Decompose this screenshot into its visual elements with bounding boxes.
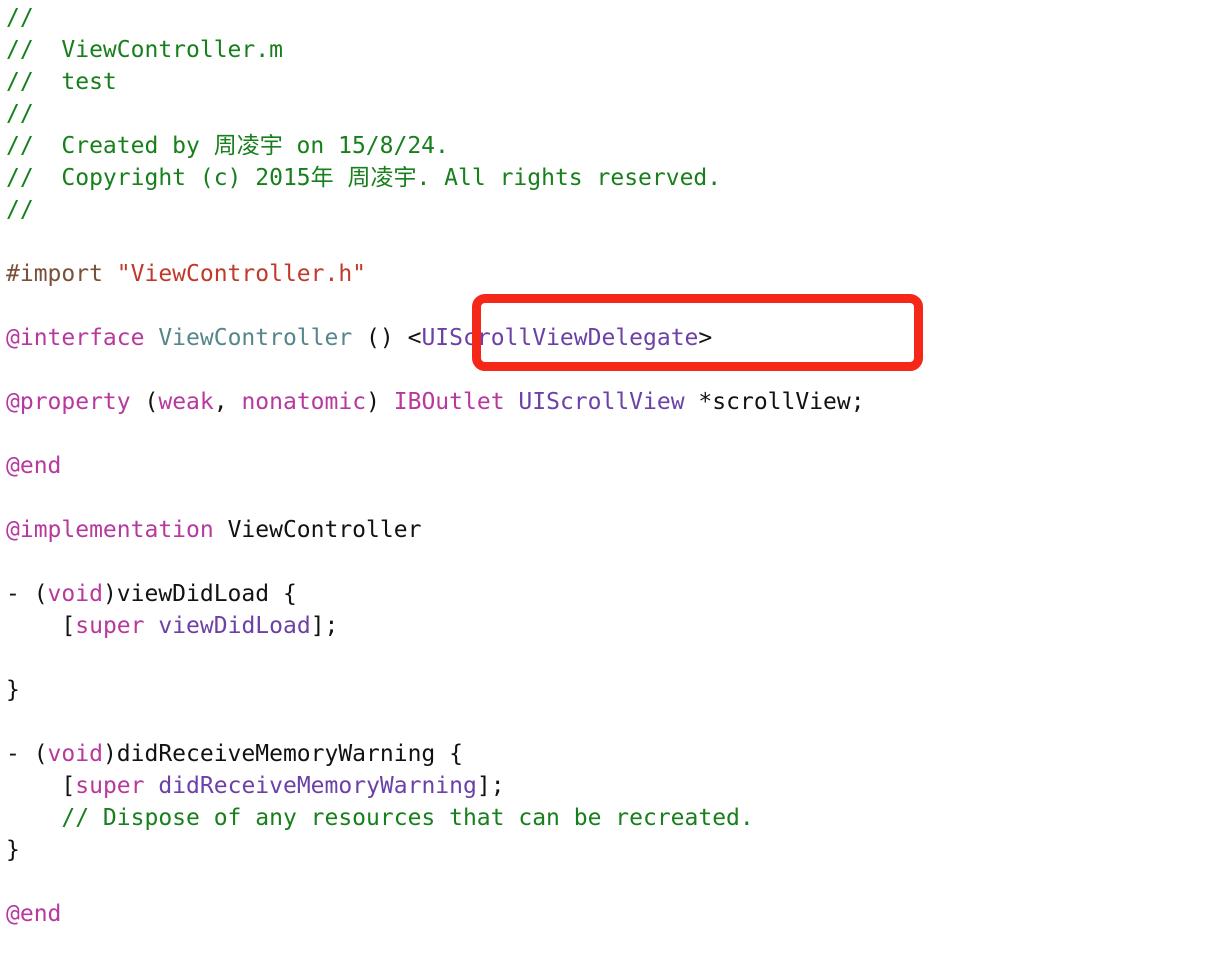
- code-token-plain: ];: [310, 613, 339, 639]
- code-token-keyword: @implementation: [6, 517, 228, 543]
- code-token-plain: *scrollView;: [684, 389, 865, 415]
- code-line: #import "ViewController.h": [6, 258, 865, 290]
- code-token-plain: (): [352, 325, 408, 351]
- code-token-keyword: @end: [6, 901, 62, 927]
- code-line: - (void)viewDidLoad {: [6, 578, 865, 610]
- code-token-plain: - (: [6, 741, 48, 767]
- code-token-comment: //: [6, 101, 34, 127]
- code-line: @end: [6, 898, 865, 930]
- code-token-class: UIScrollViewDelegate: [421, 325, 699, 351]
- code-token-keyword: super: [75, 613, 145, 639]
- code-token-pre: #import: [6, 261, 117, 287]
- code-token-plain: [: [6, 613, 76, 639]
- code-token-plain: ): [366, 389, 394, 415]
- code-line: // Created by 周凌宇 on 15/8/24.: [6, 130, 865, 162]
- code-token-plain: [: [6, 773, 76, 799]
- code-token-string: "ViewController.h": [116, 261, 367, 287]
- code-token-plain: ];: [476, 773, 505, 799]
- code-token-plain: }: [6, 677, 20, 703]
- code-line: //: [6, 194, 865, 226]
- code-token-plain: )viewDidLoad {: [102, 581, 297, 607]
- code-line: }: [6, 674, 865, 706]
- code-line: @property (weak, nonatomic) IBOutlet UIS…: [6, 386, 865, 418]
- code-token-class: UIScrollView: [518, 389, 685, 415]
- code-token-class: didReceiveMemoryWarning: [158, 773, 477, 799]
- code-line: @implementation ViewController: [6, 514, 865, 546]
- code-token-keyword: @interface: [6, 325, 159, 351]
- code-token-plain: <: [407, 325, 422, 351]
- code-token-class: viewDidLoad: [158, 613, 311, 639]
- code-token-comment: //: [6, 197, 34, 223]
- code-token-keyword: weak: [158, 389, 214, 415]
- code-token-iface: ViewController: [158, 325, 353, 351]
- code-token-plain: - (: [6, 581, 48, 607]
- code-token-plain: ViewController: [227, 517, 422, 543]
- code-token-plain: }: [6, 837, 20, 863]
- code-editor-view[interactable]: // // ViewController.m // test // // Created…: [0, 0, 1216, 954]
- code-line: }: [6, 834, 865, 866]
- code-line: // test: [6, 66, 865, 98]
- code-line: [super viewDidLoad];: [6, 610, 865, 642]
- code-token-keyword: void: [47, 741, 103, 767]
- code-line: - (void)didReceiveMemoryWarning {: [6, 738, 865, 770]
- code-token-keyword: IBOutlet: [393, 389, 505, 415]
- code-token-plain: ,: [213, 389, 242, 415]
- code-line: //: [6, 98, 865, 130]
- code-token-keyword: void: [47, 581, 103, 607]
- code-line: @end: [6, 450, 865, 482]
- code-token-plain: >: [698, 325, 713, 351]
- code-line: // Dispose of any resources that can be …: [6, 802, 865, 834]
- code-token-comment: // Copyright (c) 2015年 周凌宇. All rights r…: [6, 165, 722, 191]
- code-token-plain: (: [144, 389, 159, 415]
- code-token-comment: // Dispose of any resources that can be …: [6, 805, 754, 831]
- code-token-comment: // Created by 周凌宇 on 15/8/24.: [6, 133, 449, 159]
- source-code-block[interactable]: // // ViewController.m // test // // Created…: [6, 2, 865, 930]
- code-line: //: [6, 2, 865, 34]
- code-line: // Copyright (c) 2015年 周凌宇. All rights r…: [6, 162, 865, 194]
- code-token-comment: //: [6, 5, 34, 31]
- code-token-comment: // ViewController.m: [6, 37, 283, 63]
- code-token-keyword: super: [75, 773, 145, 799]
- code-token-plain: )didReceiveMemoryWarning {: [102, 741, 463, 767]
- code-line: // ViewController.m: [6, 34, 865, 66]
- code-token-keyword: @property: [6, 389, 145, 415]
- code-line: @interface ViewController () <UIScrollVi…: [6, 322, 865, 354]
- code-token-comment: // test: [6, 69, 117, 95]
- code-token-keyword: @end: [6, 453, 62, 479]
- code-token-keyword: nonatomic: [241, 389, 367, 415]
- code-line: [super didReceiveMemoryWarning];: [6, 770, 865, 802]
